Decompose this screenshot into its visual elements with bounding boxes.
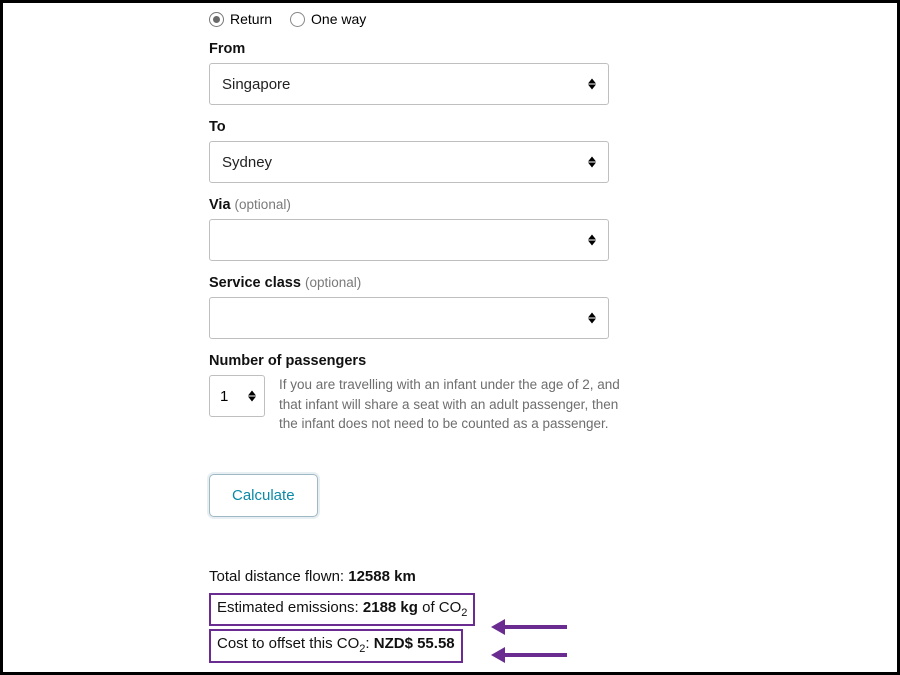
- trip-type-return-label: Return: [230, 11, 272, 27]
- via-optional-label: (optional): [235, 197, 291, 212]
- via-label: Via (optional): [209, 197, 643, 213]
- trip-type-oneway-radio[interactable]: One way: [290, 11, 366, 27]
- arrow-left-icon: [503, 653, 567, 657]
- trip-type-oneway-label: One way: [311, 11, 366, 27]
- passengers-note: If you are travelling with an infant und…: [279, 375, 639, 434]
- radio-selected-icon: [209, 12, 224, 27]
- from-select[interactable]: Singapore: [209, 63, 609, 105]
- estimated-emissions-box: Estimated emissions: 2188 kg of CO2: [209, 593, 475, 627]
- trip-type-return-radio[interactable]: Return: [209, 11, 272, 27]
- from-value: Singapore: [222, 76, 290, 93]
- arrow-left-icon: [503, 625, 567, 629]
- total-distance-value: 12588 km: [348, 568, 416, 585]
- calculate-button[interactable]: Calculate: [209, 474, 318, 517]
- radio-unselected-icon: [290, 12, 305, 27]
- results-section: Total distance flown: 12588 km Estimated…: [209, 565, 643, 666]
- to-select[interactable]: Sydney: [209, 141, 609, 183]
- passengers-label: Number of passengers: [209, 353, 643, 369]
- trip-type-radio-group: Return One way: [209, 11, 643, 27]
- estimated-emissions-value: 2188 kg: [363, 599, 418, 616]
- service-class-label: Service class (optional): [209, 275, 643, 291]
- from-label: From: [209, 41, 643, 57]
- to-label: To: [209, 119, 643, 135]
- select-arrows-icon: [588, 79, 596, 90]
- select-arrows-icon: [588, 235, 596, 246]
- select-arrows-icon: [248, 391, 256, 402]
- via-select[interactable]: [209, 219, 609, 261]
- total-distance-line: Total distance flown: 12588 km: [209, 565, 643, 589]
- passengers-value: 1: [220, 388, 228, 405]
- to-value: Sydney: [222, 154, 272, 171]
- service-class-optional-label: (optional): [305, 275, 361, 290]
- cost-offset-box: Cost to offset this CO2: NZD$ 55.58: [209, 629, 463, 663]
- service-class-select[interactable]: [209, 297, 609, 339]
- select-arrows-icon: [588, 313, 596, 324]
- passengers-select[interactable]: 1: [209, 375, 265, 417]
- cost-offset-value: NZD$ 55.58: [374, 635, 455, 652]
- select-arrows-icon: [588, 157, 596, 168]
